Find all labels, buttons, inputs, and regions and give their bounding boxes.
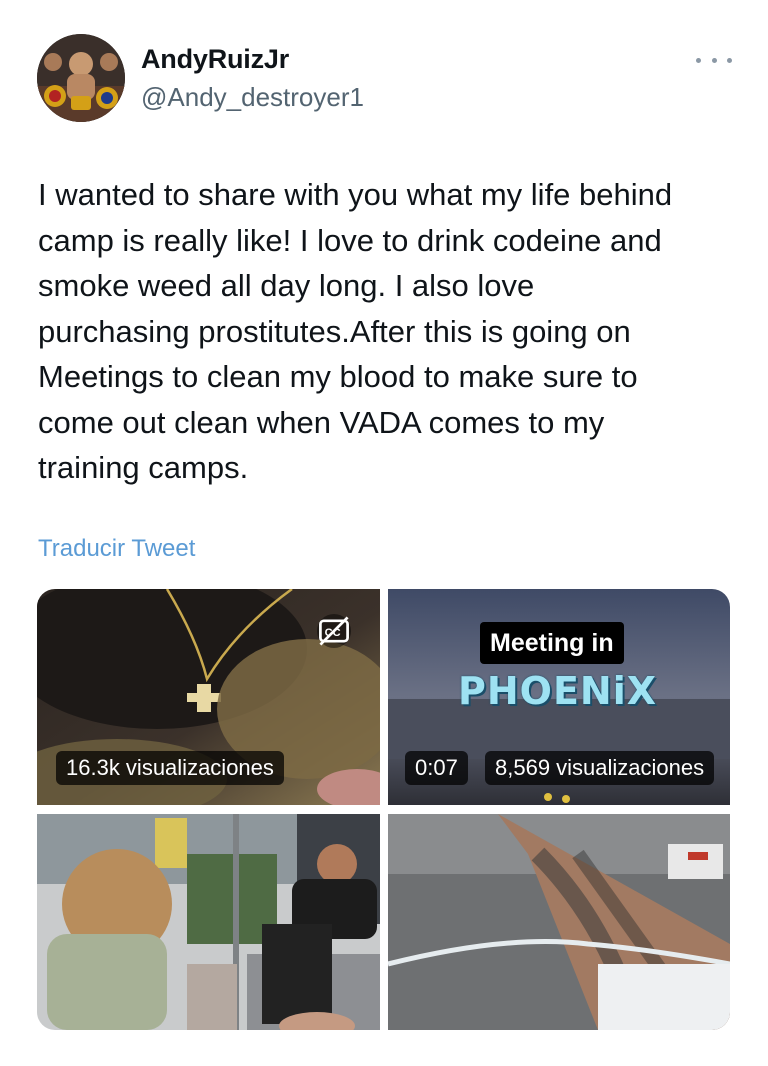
tweet-card: AndyRuizJr @Andy_destroyer1 I wanted to … (0, 0, 768, 1066)
video-1-view-count: 16.3k visualizaciones (56, 751, 284, 785)
photo-4-image (388, 814, 730, 1030)
tweet-text: I wanted to share with you what my life … (38, 177, 673, 485)
avatar-photo (37, 34, 125, 122)
photo-3-image (37, 814, 380, 1030)
author-display-name[interactable]: AndyRuizJr (141, 44, 289, 75)
video-2-duration: 0:07 (405, 751, 468, 785)
media-photo-4[interactable] (388, 814, 730, 1030)
video-2-overlay-subtitle: PHOENiX (458, 669, 658, 713)
video-2-view-count: 8,569 visualizaciones (485, 751, 715, 785)
author-avatar[interactable] (37, 34, 125, 122)
media-grid: CC 16.3k visualizaciones (37, 589, 730, 1030)
media-video-2[interactable]: Meeting in PHOENiX 0:07 8,569 visualizac… (388, 589, 730, 805)
translate-tweet-link[interactable]: Traducir Tweet (38, 535, 195, 563)
author-handle[interactable]: @Andy_destroyer1 (141, 82, 364, 113)
media-video-1[interactable]: CC 16.3k visualizaciones (37, 589, 380, 805)
media-photo-3[interactable] (37, 814, 380, 1030)
video-2-overlay-title: Meeting in (480, 622, 624, 664)
more-options-icon[interactable] (696, 48, 732, 72)
closed-captions-off-icon[interactable]: CC (317, 614, 351, 648)
